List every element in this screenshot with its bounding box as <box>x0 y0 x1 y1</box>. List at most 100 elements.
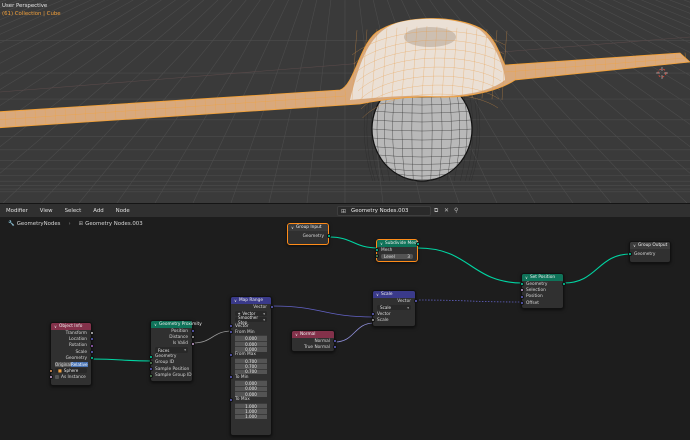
output-socket[interactable] <box>269 305 274 310</box>
menu-node[interactable]: Node <box>110 208 136 214</box>
menu-add[interactable]: Add <box>87 208 109 214</box>
node-header[interactable]: ∨ Subdivide Mesh <box>377 240 419 247</box>
node-group-output[interactable]: ∨ Group Output Geometry <box>627 241 671 263</box>
node-link[interactable] <box>192 330 233 344</box>
node-group-input[interactable]: ∨ Group Input Geometry <box>287 223 331 245</box>
collapse-icon[interactable]: ∨ <box>54 324 57 329</box>
socket-row: As Instance <box>48 374 91 380</box>
node-vector-scale[interactable]: ∨ Scale Vector Scale ▾ Vector Scale <box>370 290 418 327</box>
input-socket[interactable] <box>228 324 233 329</box>
level-field[interactable]: Level 3 <box>374 253 413 260</box>
node-header[interactable]: ∨ Geometry Proximity <box>151 321 202 328</box>
input-socket[interactable] <box>228 375 233 380</box>
relative-toggle[interactable]: Relative <box>71 362 88 368</box>
node-link[interactable] <box>563 253 632 284</box>
output-socket[interactable] <box>332 339 337 344</box>
collapse-icon[interactable]: ∨ <box>525 275 528 280</box>
interpolation-dropdown[interactable]: Smoother Step ▾ <box>235 315 267 325</box>
node-header[interactable]: ∨ Group Output <box>630 242 670 249</box>
collapse-icon[interactable]: ∨ <box>291 225 294 230</box>
collapse-icon[interactable]: ∨ <box>234 298 237 303</box>
input-socket[interactable] <box>228 352 233 357</box>
collapse-icon[interactable]: ∨ <box>295 332 298 337</box>
output-socket[interactable] <box>89 350 94 355</box>
menu-modifier[interactable]: Modifier <box>0 208 34 214</box>
collapse-icon[interactable]: ∨ <box>380 241 383 246</box>
transform-space-toggle[interactable]: Original Relative <box>55 362 88 368</box>
collapse-icon[interactable]: ∨ <box>633 243 636 248</box>
input-socket[interactable] <box>519 294 524 299</box>
input-socket[interactable] <box>48 368 53 373</box>
output-socket[interactable] <box>89 331 94 336</box>
node-link[interactable] <box>417 247 524 284</box>
breadcrumb-modifier[interactable]: 🔧 GeometryNodes <box>8 221 60 227</box>
output-socket[interactable] <box>413 299 418 304</box>
node-object-info[interactable]: ∨ Object Info Transform Location Rotation… <box>48 322 94 386</box>
input-socket[interactable] <box>148 373 153 378</box>
node-subdivide-mesh[interactable]: ∨ Subdivide Mesh Mesh Level 3 <box>374 239 420 262</box>
input-socket[interactable] <box>374 248 379 253</box>
input-socket[interactable] <box>148 360 153 365</box>
input-socket[interactable] <box>519 301 524 306</box>
breadcrumb-node-tree[interactable]: ⊞ Geometry Nodes.003 <box>79 221 143 227</box>
node-link[interactable] <box>334 322 375 343</box>
input-socket[interactable] <box>627 252 632 257</box>
collapse-icon[interactable]: ∨ <box>154 322 157 327</box>
input-socket[interactable] <box>148 367 153 372</box>
delete-icon[interactable]: ✕ <box>444 207 449 214</box>
to-max-z[interactable]: 1.000 <box>235 413 267 419</box>
node-link[interactable] <box>91 358 153 362</box>
output-socket[interactable] <box>89 343 94 348</box>
node-header[interactable]: ∨ Set Position <box>522 274 563 281</box>
socket-row: Mesh <box>374 242 420 253</box>
collapse-icon[interactable]: ∨ <box>376 292 379 297</box>
wrench-icon: 🔧 <box>8 221 15 227</box>
object-icon: ■ <box>58 368 62 374</box>
duplicate-icon[interactable]: ⧉ <box>434 207 438 215</box>
output-socket[interactable] <box>190 341 195 346</box>
node-normal[interactable]: ∨ Normal Normal True Normal <box>291 330 337 352</box>
input-socket[interactable] <box>374 254 379 259</box>
node-link[interactable] <box>328 236 379 249</box>
node-header[interactable]: ∨ Map Range <box>231 297 271 304</box>
input-socket[interactable] <box>370 312 375 317</box>
node-link[interactable] <box>271 305 375 318</box>
socket-row: Geometry <box>627 251 670 257</box>
input-socket[interactable] <box>519 288 524 293</box>
output-socket[interactable] <box>89 356 94 361</box>
operation-dropdown[interactable]: Scale ▾ <box>377 304 411 311</box>
node-header[interactable]: ∨ Group Input <box>288 224 328 231</box>
node-tree-icon[interactable]: ⊞ <box>338 208 349 215</box>
output-socket[interactable] <box>415 242 420 246</box>
node-header[interactable]: ∨ Normal <box>292 331 334 338</box>
target-element-dropdown[interactable]: Faces ▾ <box>155 347 188 353</box>
output-socket[interactable] <box>190 329 195 334</box>
3d-viewport[interactable]: User Perspective (61) Collection | Cube <box>0 0 690 203</box>
as-instance-checkbox[interactable] <box>55 375 59 380</box>
menu-view[interactable]: View <box>34 208 59 214</box>
node-tree-selector[interactable]: ⊞ Geometry Nodes.003 <box>337 206 431 216</box>
node-header[interactable]: ∨ Object Info <box>51 323 91 330</box>
menu-select[interactable]: Select <box>59 208 88 214</box>
viewport-scene[interactable] <box>0 0 690 203</box>
input-socket[interactable] <box>48 375 53 380</box>
node-header[interactable]: ∨ Scale <box>373 291 415 298</box>
input-socket[interactable] <box>228 330 233 335</box>
node-geometry-proximity[interactable]: ∨ Geometry Proximity Position Distance Is… <box>148 320 202 382</box>
object-field[interactable]: ■ Sphere <box>48 368 87 374</box>
node-canvas[interactable]: 🔧 GeometryNodes › ⊞ Geometry Nodes.003 ∨ Gr… <box>0 217 690 440</box>
node-set-position[interactable]: ∨ Set Position Geometry Selection Positio… <box>519 273 566 309</box>
node-tree-name[interactable]: Geometry Nodes.003 <box>349 208 430 214</box>
input-socket[interactable] <box>228 397 233 402</box>
input-socket[interactable] <box>148 354 153 359</box>
output-socket[interactable] <box>561 282 566 287</box>
breadcrumb-separator-icon: › <box>68 221 71 227</box>
input-socket[interactable] <box>370 318 375 323</box>
node-map-range[interactable]: ∨ Map Range Vector ⌖ Vector ▾ Smoother Step… <box>228 296 274 436</box>
original-toggle[interactable]: Original <box>55 362 72 368</box>
socket-row: Geometry <box>288 233 331 239</box>
output-socket[interactable] <box>326 234 331 239</box>
input-socket[interactable] <box>519 282 524 287</box>
pin-icon[interactable]: ⚲ <box>454 207 458 214</box>
node-link[interactable] <box>415 299 524 303</box>
